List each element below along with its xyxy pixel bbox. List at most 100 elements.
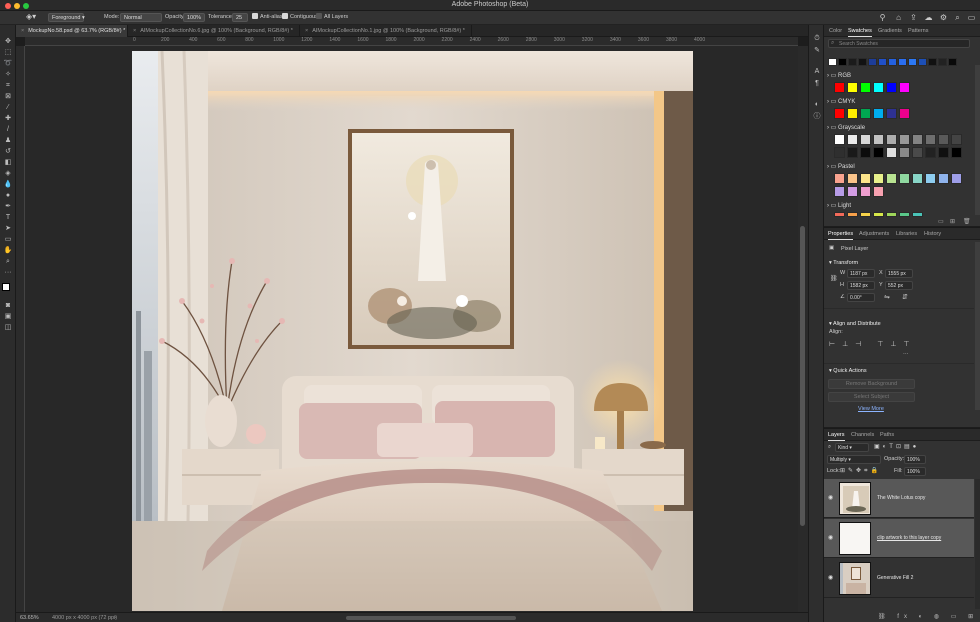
color-swatch[interactable] — [834, 82, 845, 93]
color-swatch[interactable] — [886, 82, 897, 93]
document-artwork[interactable] — [132, 51, 693, 611]
color-swatch[interactable] — [899, 108, 910, 119]
color-swatch[interactable] — [886, 134, 897, 145]
flip-horizontal-icon[interactable]: ⇋ — [884, 293, 890, 301]
eye-icon[interactable]: ◉ — [828, 534, 833, 541]
brush-tool-icon[interactable]: / — [2, 125, 14, 135]
panels-icon[interactable]: ▭ — [966, 12, 977, 23]
doc-tab-0[interactable]: × MockupNo.58.psd @ 63.7% (RGB/8#) * — [16, 25, 128, 37]
color-swatch[interactable] — [873, 212, 884, 217]
swatch-group-header[interactable]: › ▭ Pastel — [827, 163, 855, 170]
layers-footer-icons[interactable]: ⛓ fx ◐ ◍ ▭ ⊞ 🗑 — [878, 613, 980, 620]
paint-bucket-tool-icon[interactable]: ◈▾ — [26, 12, 36, 21]
horizontal-scrollbar[interactable] — [346, 616, 516, 620]
recent-swatch[interactable] — [908, 58, 917, 66]
tab-adjustments[interactable]: Adjustments — [859, 228, 889, 240]
brush-settings-icon[interactable]: ✎ — [811, 45, 823, 56]
color-swatch[interactable] — [860, 134, 871, 145]
color-swatch[interactable] — [860, 173, 871, 184]
color-swatch[interactable] — [860, 82, 871, 93]
color-swatch[interactable] — [873, 173, 884, 184]
tab-history[interactable]: History — [924, 228, 941, 240]
color-swatch[interactable] — [860, 212, 871, 217]
layer-opacity-input[interactable]: 100% — [904, 455, 926, 464]
quick-mask-icon[interactable]: ◙ — [2, 301, 14, 311]
color-swatch[interactable] — [834, 108, 845, 119]
gear-icon[interactable]: ⚙ — [938, 12, 949, 23]
color-swatch[interactable] — [834, 134, 845, 145]
color-swatch[interactable] — [886, 212, 897, 217]
edit-toolbar-icon[interactable]: ◫ — [2, 323, 14, 333]
color-swatch[interactable] — [899, 212, 910, 217]
hand-tool-icon[interactable]: ✋ — [2, 246, 14, 256]
color-swatch[interactable] — [886, 108, 897, 119]
scroll-thumb[interactable] — [800, 226, 805, 526]
swatch-group-header[interactable]: › ▭ CMYK — [827, 98, 855, 105]
recent-swatch[interactable] — [948, 58, 957, 66]
layers-scrollbar[interactable] — [975, 479, 980, 609]
healing-brush-tool-icon[interactable]: ✚ — [2, 114, 14, 124]
document-info[interactable]: 4000 px x 4000 px (72 ppi) — [52, 615, 117, 621]
color-swatch[interactable] — [834, 173, 845, 184]
horizontal-ruler[interactable]: 0 200 400 600 800 1000 1200 1400 1600 1800 2000 220… — [25, 37, 798, 46]
glyphs-panel-icon[interactable]: ◐ — [811, 99, 823, 110]
tab-layers[interactable]: Layers — [828, 429, 845, 441]
color-swatch[interactable] — [847, 147, 858, 158]
angle-input[interactable]: 0.00° — [847, 293, 875, 302]
history-brush-tool-icon[interactable]: ↺ — [2, 147, 14, 157]
move-tool-icon[interactable]: ✥ — [2, 37, 14, 47]
recent-swatch[interactable] — [838, 58, 847, 66]
crop-tool-icon[interactable]: ⌗ — [2, 81, 14, 91]
eyedropper-tool-icon[interactable]: ⁄ — [2, 103, 14, 113]
y-input[interactable]: 552 px — [885, 281, 913, 290]
tab-libraries[interactable]: Libraries — [896, 228, 917, 240]
info-panel-icon[interactable]: ⓘ — [811, 111, 823, 122]
paint-bucket-tool-icon[interactable]: ◈ — [2, 169, 14, 179]
close-icon[interactable]: × — [133, 25, 136, 37]
layer-filter-icons[interactable]: ▣◐T⊡▤● — [874, 443, 919, 450]
character-panel-icon[interactable]: A — [811, 66, 823, 77]
color-swatch[interactable] — [912, 147, 923, 158]
color-swatch[interactable] — [886, 147, 897, 158]
recent-swatch[interactable] — [928, 58, 937, 66]
blend-mode-select[interactable]: Multiply ▾ — [827, 455, 881, 464]
canvas-area[interactable] — [25, 46, 798, 612]
path-selection-tool-icon[interactable]: ➤ — [2, 224, 14, 234]
color-swatch[interactable] — [938, 147, 949, 158]
close-icon[interactable]: × — [305, 25, 308, 37]
remove-background-button[interactable]: Remove Background — [828, 379, 915, 389]
properties-scrollbar[interactable] — [975, 242, 980, 410]
eye-icon[interactable]: ◉ — [828, 574, 833, 581]
frame-tool-icon[interactable]: ⊠ — [2, 92, 14, 102]
tab-gradients[interactable]: Gradients — [878, 25, 902, 37]
eye-icon[interactable]: ◉ — [828, 494, 833, 501]
swatch-group-header[interactable]: › ▭ RGB — [827, 72, 851, 79]
transform-section-title[interactable]: ▾ Transform — [829, 260, 858, 266]
color-swatch[interactable] — [951, 147, 962, 158]
chevron-right-icon[interactable]: › — [114, 615, 116, 621]
folder-icon[interactable]: ▭ — [938, 218, 944, 225]
recent-swatch[interactable] — [858, 58, 867, 66]
trash-icon[interactable]: 🗑 — [963, 218, 971, 225]
color-swatch[interactable] — [925, 173, 936, 184]
color-swatch[interactable] — [847, 82, 858, 93]
color-swatch[interactable] — [873, 147, 884, 158]
lock-icons[interactable]: ⊞✎✥⌗🔒 — [840, 467, 881, 475]
recent-swatch[interactable] — [868, 58, 877, 66]
tab-properties[interactable]: Properties — [828, 228, 854, 240]
opacity-input[interactable]: 100% — [183, 13, 205, 22]
color-swatch[interactable] — [834, 212, 845, 217]
lasso-tool-icon[interactable]: ➰ — [2, 59, 14, 69]
fill-source-select[interactable]: Foreground ▾ — [48, 13, 85, 22]
color-swatch[interactable] — [912, 134, 923, 145]
search-swatches-field[interactable]: ⌕ Search Swatches — [828, 39, 970, 48]
recent-swatch[interactable] — [828, 58, 837, 66]
more-options-icon[interactable]: ··· — [903, 351, 909, 357]
link-icon[interactable]: ⛓ — [830, 275, 838, 282]
color-swatch[interactable] — [925, 147, 936, 158]
color-swatch[interactable] — [834, 147, 845, 158]
align-buttons-icon[interactable]: ⊢⊥⊣ ⊤⊥⊤ — [829, 340, 917, 348]
zoom-level[interactable]: 63.65% — [20, 615, 39, 621]
rectangle-tool-icon[interactable]: ▭ — [2, 235, 14, 245]
color-swatch[interactable] — [899, 147, 910, 158]
